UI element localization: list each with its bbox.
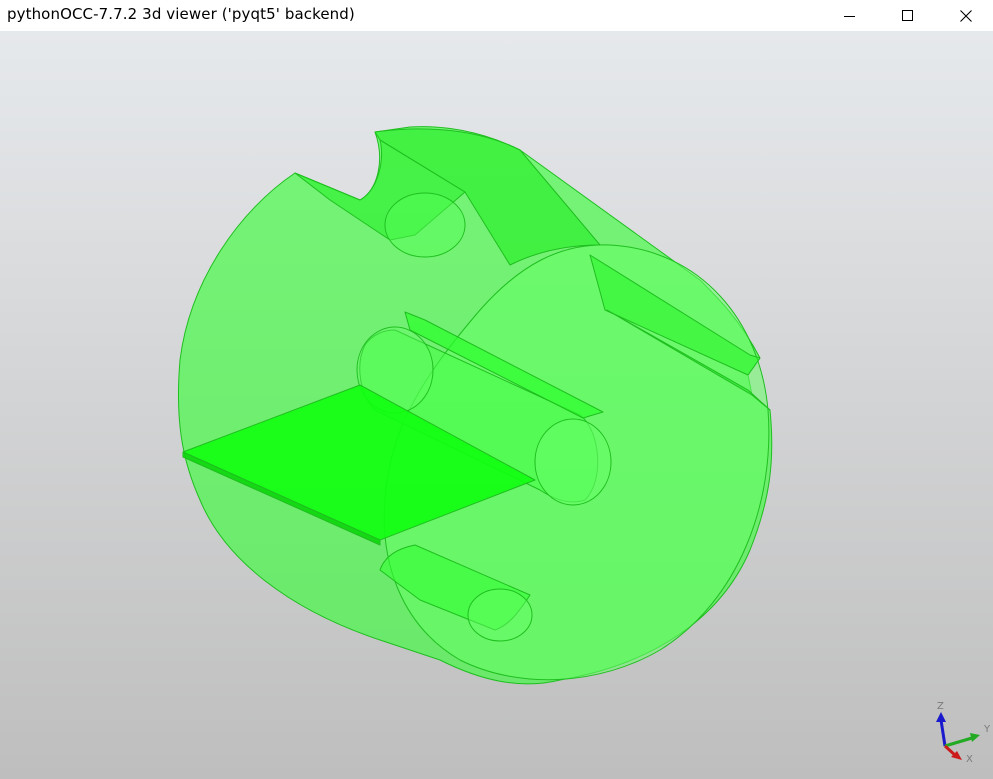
z-axis-arrowhead [936,712,946,722]
3d-viewport[interactable]: Z Y X [0,31,993,779]
y-axis [944,736,973,748]
close-button[interactable] [937,0,993,31]
y-axis-arrowhead [970,733,980,742]
maximize-button[interactable] [879,0,937,31]
minimize-button[interactable] [821,0,879,31]
close-icon [960,9,972,22]
inner-bore-front-circle [534,418,612,506]
bottom-slot-end-circle [467,588,533,642]
cylinder-shape[interactable] [177,126,773,685]
window-title: pythonOCC-7.7.2 3d viewer ('pyqt5' backe… [7,5,355,23]
z-axis-label: Z [937,701,944,712]
top-slot-end-circle [384,192,466,258]
3d-scene[interactable]: Z Y X [0,31,993,779]
y-axis-label: Y [983,724,991,735]
minimize-icon [844,15,855,17]
z-axis [939,719,947,747]
trihedron: Z Y X [936,701,991,765]
x-axis-label: X [966,754,973,765]
maximize-icon [902,9,913,21]
title-bar[interactable]: pythonOCC-7.7.2 3d viewer ('pyqt5' backe… [0,0,993,31]
